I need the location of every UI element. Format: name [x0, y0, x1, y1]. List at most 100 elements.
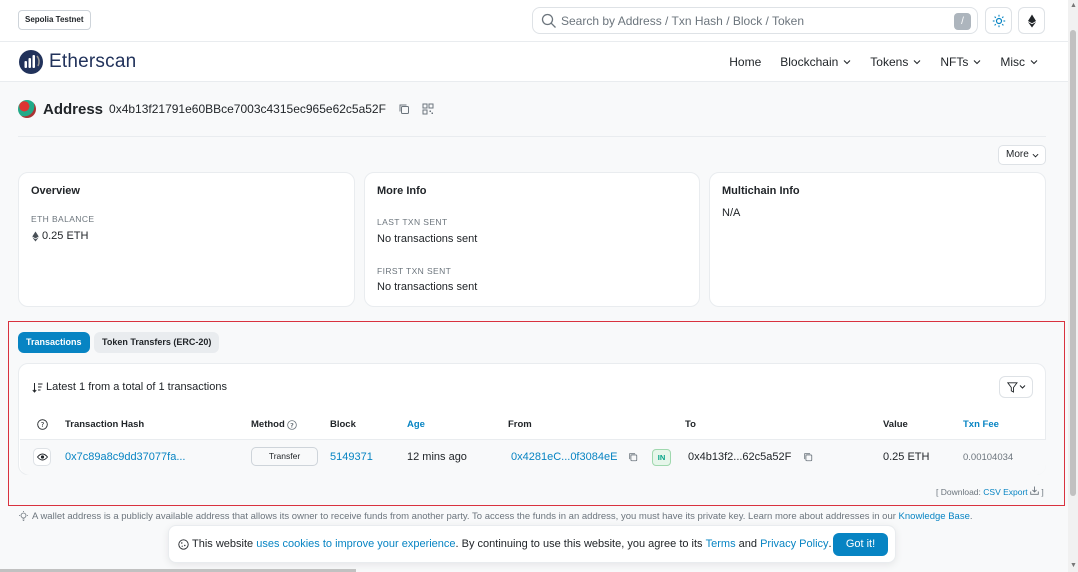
help-circle-icon[interactable]: ? [287, 419, 297, 430]
eth-balance-value: 0.25 ETH [31, 230, 88, 242]
accept-cookies-button[interactable]: Got it! [833, 533, 888, 556]
csv-export-link[interactable]: CSV Export [983, 487, 1027, 497]
transactions-summary: Latest 1 from a total of 1 transactions [32, 381, 227, 393]
value-amount: 0.25 ETH [883, 451, 930, 463]
page-title: Address [43, 100, 104, 118]
txn-hash-link[interactable]: 0x7c89a8c9dd37077fa... [65, 451, 186, 463]
etherscan-logo[interactable]: Etherscan [18, 49, 136, 75]
privacy-policy-link[interactable]: Privacy Policy [760, 538, 828, 550]
balance-text: 0.25 ETH [42, 230, 89, 242]
chevron-down-icon [1030, 60, 1038, 65]
knowledge-base-link[interactable]: Knowledge Base [899, 511, 970, 522]
chevron-down-icon [843, 60, 851, 65]
block-link[interactable]: 5149371 [330, 451, 373, 463]
address-avatar [18, 100, 36, 118]
column-header-to: To [685, 419, 696, 430]
ethereum-icon [32, 230, 39, 242]
method-header-text: Method [251, 419, 285, 430]
cookie-text-4: . [828, 538, 832, 550]
age-value: 12 mins ago [407, 451, 467, 463]
card-title: More Info [377, 185, 427, 197]
column-header-age[interactable]: Age [407, 419, 425, 430]
from-address-link[interactable]: 0x4281eC...0f3084eE [511, 451, 617, 463]
nav-item-nfts[interactable]: NFTs [940, 55, 981, 69]
download-icon [1030, 486, 1039, 495]
nav-menu: Home Blockchain Tokens NFTs Misc [710, 42, 1038, 82]
overview-card: Overview ETH BALANCE 0.25 ETH [18, 172, 355, 307]
nav-label: Misc [1000, 55, 1025, 69]
filter-icon [1007, 382, 1026, 393]
help-circle-icon[interactable]: ? [37, 419, 48, 430]
theme-toggle-button[interactable] [985, 7, 1012, 34]
last-txn-value: No transactions sent [377, 233, 478, 245]
first-txn-value: No transactions sent [377, 281, 478, 293]
download-prefix: [ Download: [936, 487, 981, 497]
chevron-down-icon [1032, 153, 1039, 158]
cookie-text-3: and [738, 538, 757, 550]
column-header-block: Block [330, 419, 356, 430]
scroll-up-arrow[interactable]: ▲ [1070, 2, 1077, 9]
summary-text: Latest 1 from a total of 1 transactions [46, 381, 227, 393]
download-row: [ Download: CSV Export ] [936, 486, 1044, 497]
lightbulb-icon [19, 511, 28, 521]
note-end: . [969, 511, 973, 522]
search-input[interactable] [561, 12, 941, 30]
nav-item-tokens[interactable]: Tokens [870, 55, 921, 69]
note-text: A wallet address is a publicly available… [32, 511, 896, 522]
qr-code-icon[interactable] [422, 103, 434, 115]
cookie-policy-link[interactable]: uses cookies to improve your experience [256, 538, 455, 550]
address-hash: 0x4b13f21791e60BBce7003c4315ec965e62c5a5… [109, 102, 386, 116]
more-dropdown-button[interactable]: More [998, 145, 1046, 165]
sort-icon [32, 382, 43, 393]
multichain-card: Multichain Info N/A [709, 172, 1046, 307]
method-badge: Transfer [251, 447, 318, 466]
nav-item-home[interactable]: Home [729, 55, 761, 69]
sun-icon [992, 14, 1006, 28]
filter-button[interactable] [999, 376, 1033, 398]
to-address: 0x4b13f2...62c5a52F [688, 451, 792, 463]
ethereum-icon [1028, 14, 1036, 28]
logo-text: Etherscan [49, 51, 137, 72]
direction-badge: IN [652, 449, 671, 466]
search-box[interactable]: / [532, 7, 978, 34]
multichain-value: N/A [722, 207, 741, 219]
terms-link[interactable]: Terms [706, 538, 736, 550]
tab-token-transfers[interactable]: Token Transfers (ERC-20) [94, 332, 220, 353]
card-title: Multichain Info [722, 185, 800, 197]
copy-icon[interactable] [803, 452, 813, 462]
column-header-fee[interactable]: Txn Fee [963, 419, 999, 430]
copy-icon[interactable] [398, 103, 410, 115]
network-switch-button[interactable] [1018, 7, 1045, 34]
txn-fee-value: 0.00104034 [963, 452, 1014, 463]
nav-item-misc[interactable]: Misc [1000, 55, 1038, 69]
tab-transactions[interactable]: Transactions [18, 332, 90, 353]
nav-label: Tokens [870, 55, 909, 69]
column-header-hash: Transaction Hash [65, 419, 145, 430]
transactions-table: Latest 1 from a total of 1 transactions … [18, 363, 1046, 475]
nav-item-blockchain[interactable]: Blockchain [780, 55, 851, 69]
eye-icon [37, 453, 48, 461]
scroll-down-arrow[interactable]: ▼ [1070, 562, 1077, 569]
scrollbar-thumb[interactable] [1070, 30, 1076, 496]
vertical-scrollbar[interactable]: ▲ ▼ [1068, 0, 1078, 572]
cookie-text-2: . By continuing to use this website, you… [455, 538, 703, 550]
address-header: Address 0x4b13f21791e60BBce7003c4315ec96… [18, 98, 434, 120]
cookie-icon [178, 538, 189, 550]
more-label: More [1006, 149, 1029, 160]
svg-text:?: ? [290, 422, 294, 429]
chevron-down-icon [973, 60, 981, 65]
cookie-banner: This website uses cookies to improve you… [168, 525, 896, 563]
top-bar: Sepolia Testnet / [0, 0, 1078, 42]
more-info-card: More Info LAST TXN SENT No transactions … [364, 172, 700, 307]
chevron-down-icon [913, 60, 921, 65]
copy-icon[interactable] [628, 452, 638, 462]
etherscan-logo-icon [19, 50, 43, 74]
view-details-button[interactable] [33, 448, 51, 466]
main-navbar: Etherscan Home Blockchain Tokens NFTs Mi… [0, 42, 1078, 82]
card-title: Overview [31, 185, 80, 197]
slash-shortcut-key: / [954, 13, 971, 30]
network-badge[interactable]: Sepolia Testnet [18, 10, 91, 30]
address-info-note: A wallet address is a publicly available… [18, 511, 973, 522]
nav-label: Blockchain [780, 55, 839, 69]
search-icon [541, 13, 556, 28]
